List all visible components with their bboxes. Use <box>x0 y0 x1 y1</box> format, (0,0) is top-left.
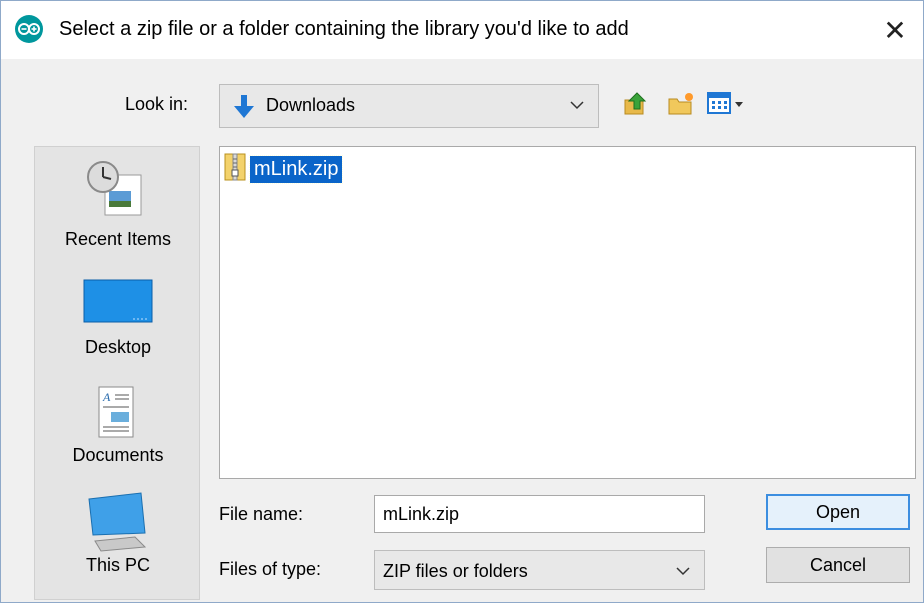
recent-items-label: Recent Items <box>64 229 172 249</box>
view-menu-icon[interactable] <box>707 91 753 120</box>
desktop-label: Desktop <box>84 337 152 357</box>
file-dialog-window: Select a zip file or a folder containing… <box>0 0 924 603</box>
file-name-label: mLink.zip <box>248 154 344 184</box>
close-icon: ✕ <box>883 14 907 46</box>
place-documents[interactable]: A Documents <box>35 383 201 478</box>
places-sidebar: Recent Items Desktop A Documents This PC <box>34 146 200 600</box>
up-folder-icon[interactable] <box>623 91 649 122</box>
file-type-field-label: Files of type: <box>219 559 322 579</box>
look-in-dropdown[interactable]: Downloads <box>219 84 599 128</box>
file-type-dropdown[interactable]: ZIP files or folders <box>374 550 705 590</box>
place-desktop[interactable]: Desktop <box>35 275 201 370</box>
cancel-button[interactable]: Cancel <box>766 547 910 583</box>
place-this-pc[interactable]: This PC <box>35 491 201 591</box>
title-bar: Select a zip file or a folder containing… <box>1 1 923 59</box>
arduino-icon <box>15 15 43 43</box>
file-name-field-label: File name: <box>219 504 304 524</box>
place-recent-items[interactable]: Recent Items <box>35 157 201 262</box>
svg-text:A: A <box>102 390 111 404</box>
this-pc-icon <box>85 491 151 558</box>
new-folder-icon[interactable] <box>667 91 695 122</box>
open-button[interactable]: Open <box>766 494 910 530</box>
downloads-folder-icon <box>230 93 258 126</box>
documents-icon: A <box>97 385 137 446</box>
file-type-value: ZIP files or folders <box>383 561 528 581</box>
this-pc-label: This PC <box>85 555 150 575</box>
look-in-value: Downloads <box>266 95 356 115</box>
dialog-title: Select a zip file or a folder containing… <box>59 18 629 40</box>
chevron-down-icon <box>676 563 690 581</box>
zip-folder-icon <box>224 152 246 187</box>
documents-label: Documents <box>72 445 164 465</box>
close-button[interactable]: ✕ <box>867 1 923 59</box>
chevron-down-icon <box>570 97 584 115</box>
list-item[interactable]: mLink.zip <box>224 152 344 187</box>
desktop-icon <box>83 279 153 328</box>
file-list[interactable]: mLink.zip <box>219 146 916 479</box>
recent-items-icon <box>81 157 151 226</box>
look-in-label: Look in: <box>125 94 189 114</box>
file-name-input[interactable] <box>374 495 705 533</box>
